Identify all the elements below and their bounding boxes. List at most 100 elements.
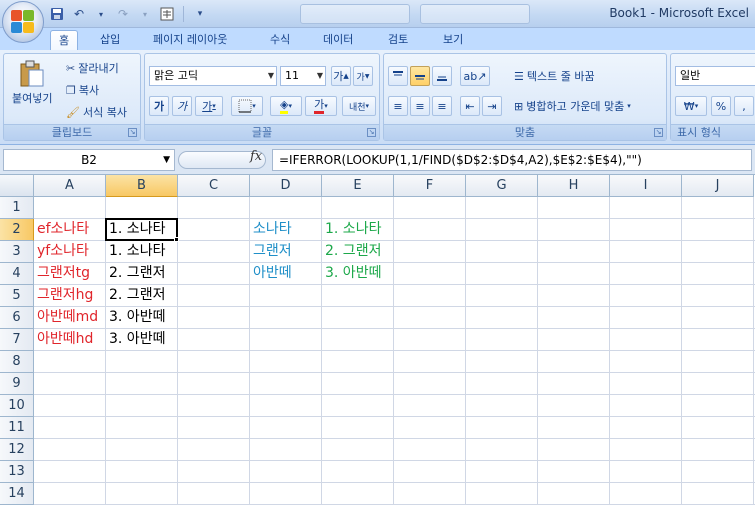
paste-button[interactable]: 붙여넣기 — [12, 60, 52, 106]
format-painter-button[interactable]: 🖌 서식 복사 — [66, 104, 127, 120]
cell-B3[interactable]: 1. 소나타 — [107, 241, 165, 262]
italic-button[interactable]: 가 — [172, 96, 192, 116]
font-size-select[interactable]: 11 ▼ — [280, 66, 326, 86]
cell-D2[interactable]: 소나타 — [251, 219, 292, 240]
column-header-I[interactable]: I — [610, 175, 682, 197]
decrease-indent-button[interactable]: ⇤ — [460, 96, 480, 116]
undo-dropdown-icon[interactable]: ▾ — [92, 5, 110, 23]
row-header-5[interactable]: 5 — [0, 285, 34, 307]
redo-icon[interactable]: ↷ — [114, 5, 132, 23]
align-bottom-button[interactable] — [432, 66, 452, 86]
cell-B6[interactable]: 3. 아반떼 — [107, 307, 165, 328]
row-header-4[interactable]: 4 — [0, 263, 34, 285]
row-header-2[interactable]: 2 — [0, 219, 34, 241]
office-button[interactable] — [2, 1, 44, 43]
column-header-A[interactable]: A — [34, 175, 106, 197]
orientation-button[interactable]: ab↗ — [460, 66, 490, 86]
row-header-14[interactable]: 14 — [0, 483, 34, 505]
wrap-text-button[interactable]: ☰ 텍스트 줄 바꿈 — [514, 68, 595, 84]
formula-input[interactable]: =IFERROR(LOOKUP(1,1/FIND($D$2:$D$4,A2),$… — [272, 149, 752, 171]
row-header-13[interactable]: 13 — [0, 461, 34, 483]
cut-button[interactable]: ✂ 잘라내기 — [66, 60, 119, 76]
tab-view[interactable]: 보기 — [435, 30, 471, 50]
row-header-3[interactable]: 3 — [0, 241, 34, 263]
align-top-button[interactable] — [388, 66, 408, 86]
chevron-down-icon[interactable]: ▼ — [163, 150, 170, 170]
cell-E4[interactable]: 3. 아반떼 — [323, 263, 381, 284]
cell-A2[interactable]: ef소나타 — [35, 219, 89, 240]
number-format-select[interactable]: 일반 — [675, 66, 755, 86]
fill-handle[interactable] — [174, 237, 179, 242]
insert-function-icon[interactable]: fx — [250, 149, 262, 164]
row-header-8[interactable]: 8 — [0, 351, 34, 373]
tab-review[interactable]: 검토 — [380, 30, 416, 50]
cell-D3[interactable]: 그랜저 — [251, 241, 292, 262]
worksheet-grid[interactable]: A B C D E F G H I J 1 2 3 4 5 6 7 8 9 10 11 12 13 14 ef소나타 yf소나타 그… — [0, 175, 755, 505]
copy-button[interactable]: ❐ 복사 — [66, 82, 99, 98]
cell-E2[interactable]: 1. 소나타 — [323, 219, 381, 240]
select-all-corner[interactable] — [0, 175, 34, 197]
save-icon[interactable] — [48, 5, 66, 23]
fill-color-button[interactable]: ◈ ▾ — [270, 96, 302, 116]
cell-A4[interactable]: 그랜저tg — [35, 263, 90, 284]
row-header-11[interactable]: 11 — [0, 417, 34, 439]
redo-dropdown-icon[interactable]: ▾ — [136, 5, 154, 23]
grow-font-button[interactable]: 가 ▲ — [331, 66, 351, 86]
column-header-E[interactable]: E — [322, 175, 394, 197]
row-header-6[interactable]: 6 — [0, 307, 34, 329]
row-header-9[interactable]: 9 — [0, 373, 34, 395]
align-right-button[interactable]: ≡ — [432, 96, 452, 116]
column-header-D[interactable]: D — [250, 175, 322, 197]
column-header-J[interactable]: J — [682, 175, 754, 197]
name-box[interactable]: B2 ▼ — [3, 149, 175, 171]
calculator-icon[interactable] — [158, 5, 176, 23]
merge-cells-icon: ⊞ — [514, 99, 524, 113]
align-center-button[interactable]: ≡ — [410, 96, 430, 116]
clipboard-launcher-icon[interactable]: ↘ — [128, 128, 137, 137]
font-launcher-icon[interactable]: ↘ — [367, 128, 376, 137]
align-middle-button[interactable] — [410, 66, 430, 86]
row-header-7[interactable]: 7 — [0, 329, 34, 351]
cell-D4[interactable]: 아반떼 — [251, 263, 292, 284]
customize-qat-icon[interactable]: ▾ — [191, 5, 209, 23]
bold-button[interactable]: 가 — [149, 96, 169, 116]
underline-button[interactable]: 가 ▾ — [195, 96, 223, 116]
cell-B5[interactable]: 2. 그랜저 — [107, 285, 165, 306]
font-name-value: 맑은 고딕 — [154, 69, 198, 82]
font-color-button[interactable]: 가 ▾ — [305, 96, 337, 116]
borders-button[interactable]: ▾ — [231, 96, 263, 116]
column-header-C[interactable]: C — [178, 175, 250, 197]
gridline — [34, 372, 755, 373]
font-name-select[interactable]: 맑은 고딕 ▼ — [149, 66, 277, 86]
comma-button[interactable]: , — [734, 96, 754, 116]
column-header-F[interactable]: F — [394, 175, 466, 197]
tab-data[interactable]: 데이터 — [315, 30, 361, 50]
shrink-font-button[interactable]: 가 ▼ — [353, 66, 373, 86]
percent-button[interactable]: % — [711, 96, 731, 116]
phonetic-guide-button[interactable]: 내천 ▾ — [342, 96, 376, 116]
tab-formulas[interactable]: 수식 — [262, 30, 298, 50]
increase-indent-button[interactable]: ⇥ — [482, 96, 502, 116]
cell-B4[interactable]: 2. 그랜저 — [107, 263, 165, 284]
column-header-B[interactable]: B — [106, 175, 178, 197]
tab-home[interactable]: 홈 — [50, 30, 79, 50]
alignment-launcher-icon[interactable]: ↘ — [654, 128, 663, 137]
column-header-G[interactable]: G — [466, 175, 538, 197]
tab-page-layout[interactable]: 페이지 레이아웃 — [145, 30, 235, 50]
cell-A3[interactable]: yf소나타 — [35, 241, 89, 262]
align-left-button[interactable]: ≡ — [388, 96, 408, 116]
column-header-H[interactable]: H — [538, 175, 610, 197]
cell-E3[interactable]: 2. 그랜저 — [323, 241, 381, 262]
decrease-indent-icon: ⇤ — [465, 99, 475, 113]
cell-B7[interactable]: 3. 아반떼 — [107, 329, 165, 350]
currency-button[interactable]: ₩ ▾ — [675, 96, 707, 116]
row-header-10[interactable]: 10 — [0, 395, 34, 417]
undo-icon[interactable]: ↶ — [70, 5, 88, 23]
cell-A6[interactable]: 아반떼md — [35, 307, 98, 328]
cell-A5[interactable]: 그랜저hg — [35, 285, 93, 306]
row-header-1[interactable]: 1 — [0, 197, 34, 219]
merge-center-button[interactable]: ⊞ 병합하고 가운데 맞춤 ▾ — [514, 98, 631, 114]
cell-A7[interactable]: 아반떼hd — [35, 329, 93, 350]
row-header-12[interactable]: 12 — [0, 439, 34, 461]
tab-insert[interactable]: 삽입 — [92, 30, 128, 50]
